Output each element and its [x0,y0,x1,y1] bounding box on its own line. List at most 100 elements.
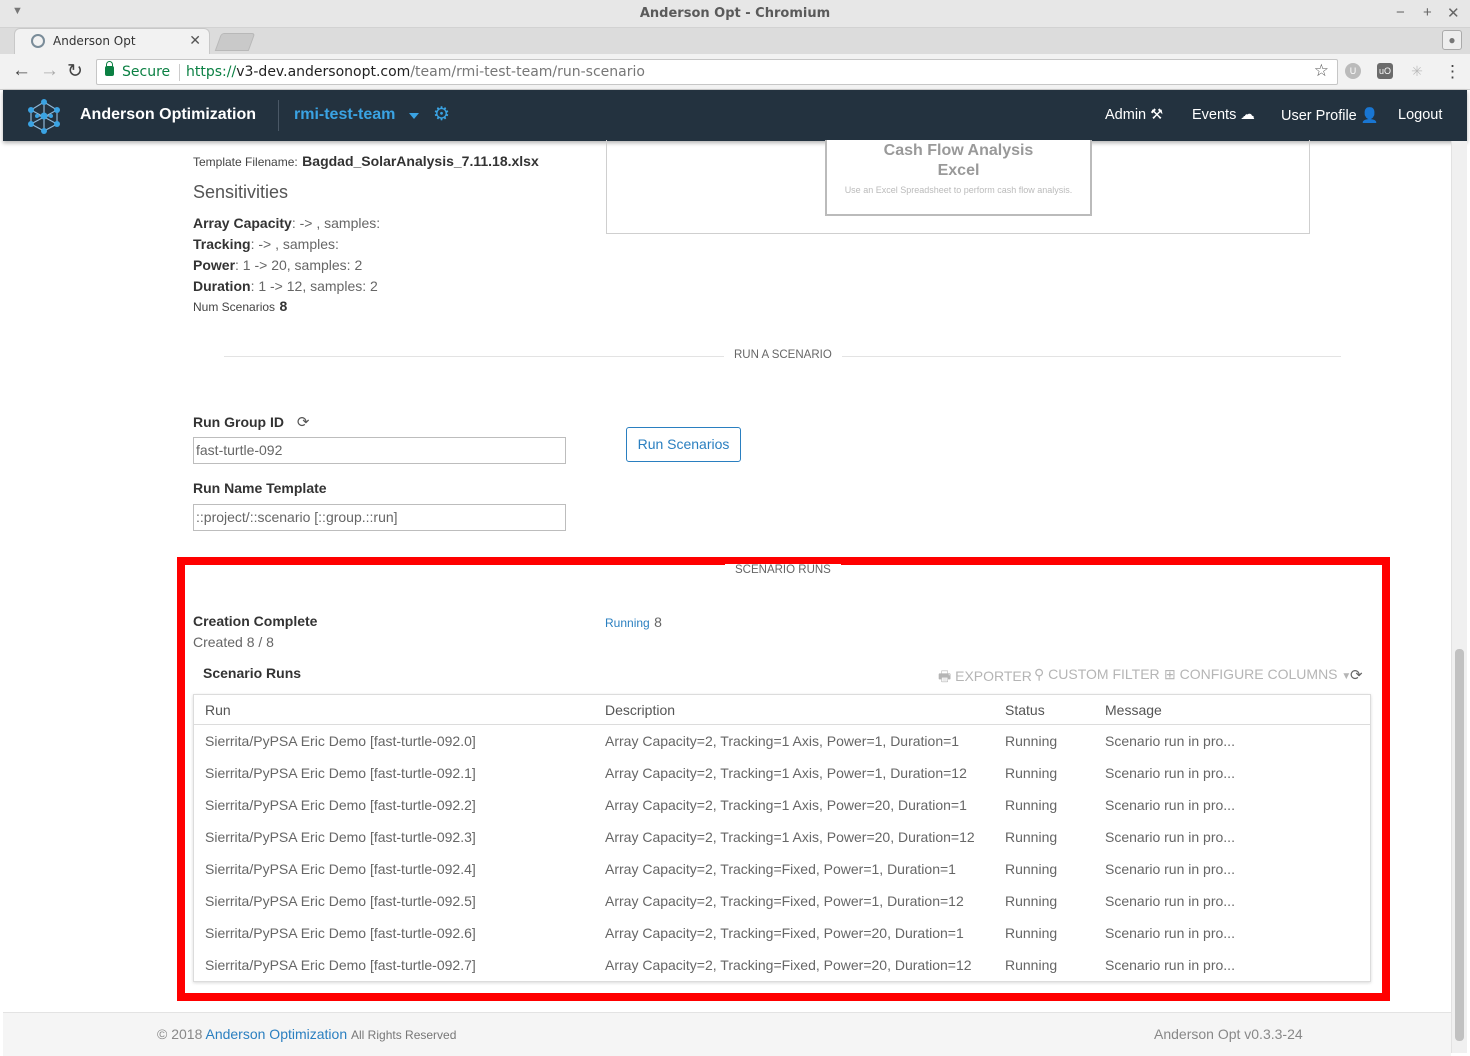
cell-message: Scenario run in pro... [1105,861,1235,877]
cash-flow-model-card[interactable]: Cash Flow Analysis Excel Use an Excel Sp… [825,140,1092,216]
app-logo-icon[interactable] [23,96,65,136]
table-row[interactable]: Sierrita/PyPSA Eric Demo [fast-turtle-09… [194,854,1370,886]
maximize-icon[interactable]: + [1423,4,1432,21]
extension-loading-icon[interactable]: ✳ [1409,63,1425,79]
cell-status: Running [1005,765,1058,781]
scrollbar-thumb[interactable] [1455,649,1464,1041]
column-header-message[interactable]: Message [1105,702,1162,718]
table-row[interactable]: Sierrita/PyPSA Eric Demo [fast-turtle-09… [194,726,1370,758]
cell-message: Scenario run in pro... [1105,829,1235,845]
sensitivity-item: Power: 1 -> 20, samples: 2 [193,255,380,276]
table-row[interactable]: Sierrita/PyPSA Eric Demo [fast-turtle-09… [194,758,1370,790]
reload-icon[interactable]: ↻ [67,60,83,83]
run-group-id-input[interactable]: fast-turtle-092 [193,437,566,464]
template-filename: Bagdad_SolarAnalysis_7.11.18.xlsx [302,153,539,169]
card-description: Use an Excel Spreadsheet to perform cash… [844,185,1073,195]
forward-icon[interactable]: → [40,60,59,82]
cell-status: Running [1005,733,1058,749]
cell-description: Array Capacity=2, Tracking=Fixed, Power=… [605,861,956,877]
custom-filter-button[interactable]: ⚲ CUSTOM FILTER [1034,666,1160,683]
sensitivity-value: : -> , samples: [250,236,339,252]
favicon-icon [31,34,45,48]
nav-admin-label: Admin [1105,107,1147,123]
exporter-button[interactable]: 🖶 EXPORTER [938,666,1032,690]
url-host: v3-dev.andersonopt.com [236,64,411,80]
address-separator [179,64,180,81]
url-text: https://v3-dev.andersonopt.com/team/rmi-… [186,64,645,80]
column-header-description[interactable]: Description [605,702,675,718]
sensitivity-value: : 1 -> 12, samples: 2 [250,278,378,294]
secure-label: Secure [122,64,171,80]
extension-icon[interactable]: U [1345,63,1361,79]
grid-refresh-icon[interactable]: ⟳ [1350,666,1363,684]
card-title-line1: Cash Flow Analysis [883,142,1034,159]
team-selector[interactable]: rmi-test-team [294,106,395,124]
cell-status: Running [1005,797,1058,813]
new-tab-button[interactable] [214,33,256,51]
nav-profile-label: User Profile [1281,108,1357,124]
table-row[interactable]: Sierrita/PyPSA Eric Demo [fast-turtle-09… [194,918,1370,950]
table-row[interactable]: Sierrita/PyPSA Eric Demo [fast-turtle-09… [194,886,1370,918]
sensitivity-value: : 1 -> 20, samples: 2 [235,257,363,273]
profile-icon[interactable]: ● [1442,30,1462,50]
footer-company-link[interactable]: Anderson Optimization [205,1026,347,1042]
cell-message: Scenario run in pro... [1105,733,1235,749]
cell-status: Running [1005,861,1058,877]
cell-run: Sierrita/PyPSA Eric Demo [fast-turtle-09… [205,925,476,941]
tab-title: Anderson Opt [53,34,136,48]
scenario-runs-table: Run Description Status Message Sierrita/… [193,694,1371,982]
user-icon: 👤 [1360,108,1379,124]
cell-status: Running [1005,925,1058,941]
template-filename-row: Template Filename: Bagdad_SolarAnalysis_… [193,153,539,171]
running-link[interactable]: Running [605,616,650,630]
table-row[interactable]: Sierrita/PyPSA Eric Demo [fast-turtle-09… [194,822,1370,854]
run-name-template-input[interactable]: ::project/::scenario [::group.::run] [193,504,566,531]
url-scheme: https:// [186,64,237,80]
column-header-status[interactable]: Status [1005,702,1045,718]
nav-user-profile[interactable]: User Profile 👤 [1281,107,1379,124]
refresh-icon[interactable]: ⟳ [297,414,310,431]
back-icon[interactable]: ← [12,60,31,82]
run-scenarios-button[interactable]: Run Scenarios [626,427,741,462]
close-window-icon[interactable]: ✕ [1447,4,1460,22]
column-header-run[interactable]: Run [205,702,231,718]
browser-menu-icon[interactable]: ⋮ [1444,62,1461,82]
running-summary: Running 8 [605,614,662,632]
cell-message: Scenario run in pro... [1105,797,1235,813]
run-group-id-label: Run Group ID [193,414,284,430]
configure-columns-button[interactable]: ⊞ CONFIGURE COLUMNS ▼ [1164,666,1351,683]
num-scenarios: Num Scenarios 8 [193,298,287,316]
sensitivity-name: Power [193,257,236,273]
window-titlebar: ▼ Anderson Opt - Chromium − + ✕ [0,0,1470,28]
address-bar[interactable]: Secure https://v3-dev.andersonopt.com/te… [96,59,1338,85]
cell-description: Array Capacity=2, Tracking=Fixed, Power=… [605,925,964,941]
sensitivity-item: Array Capacity: -> , samples: [193,213,380,234]
scenario-runs-divider-label: SCENARIO RUNS [725,564,841,576]
bookmark-star-icon[interactable]: ☆ [1314,61,1329,81]
nav-events[interactable]: Events ☁ [1192,107,1255,123]
footer-copyright: © 2018 Anderson Optimization All Rights … [157,1026,456,1042]
gear-icon[interactable]: ⚙ [433,103,450,126]
cell-run: Sierrita/PyPSA Eric Demo [fast-turtle-09… [205,797,476,813]
nav-logout[interactable]: Logout [1398,107,1442,123]
nav-admin[interactable]: Admin ⚒ [1105,107,1163,123]
cell-run: Sierrita/PyPSA Eric Demo [fast-turtle-09… [205,957,476,973]
minimize-icon[interactable]: − [1396,4,1405,21]
table-row[interactable]: Sierrita/PyPSA Eric Demo [fast-turtle-09… [194,790,1370,822]
page-scrollbar[interactable] [1451,141,1467,1053]
ublock-icon[interactable]: uO [1377,63,1393,79]
chevron-down-icon[interactable] [409,113,419,119]
window-title: Anderson Opt - Chromium [639,6,831,21]
num-scenarios-value: 8 [279,298,288,314]
sensitivity-value: : -> , samples: [291,215,381,231]
cell-run: Sierrita/PyPSA Eric Demo [fast-turtle-09… [205,893,476,909]
browser-tab[interactable]: Anderson Opt ✕ [14,28,210,54]
tab-close-icon[interactable]: ✕ [189,32,201,49]
columns-icon: ⊞ [1164,666,1176,682]
cell-message: Scenario run in pro... [1105,765,1235,781]
grid-title: Scenario Runs [203,665,302,681]
cell-description: Array Capacity=2, Tracking=Fixed, Power=… [605,893,964,909]
brand-name[interactable]: Anderson Optimization [80,106,256,124]
table-row[interactable]: Sierrita/PyPSA Eric Demo [fast-turtle-09… [194,950,1370,982]
sensitivity-item: Tracking: -> , samples: [193,234,380,255]
